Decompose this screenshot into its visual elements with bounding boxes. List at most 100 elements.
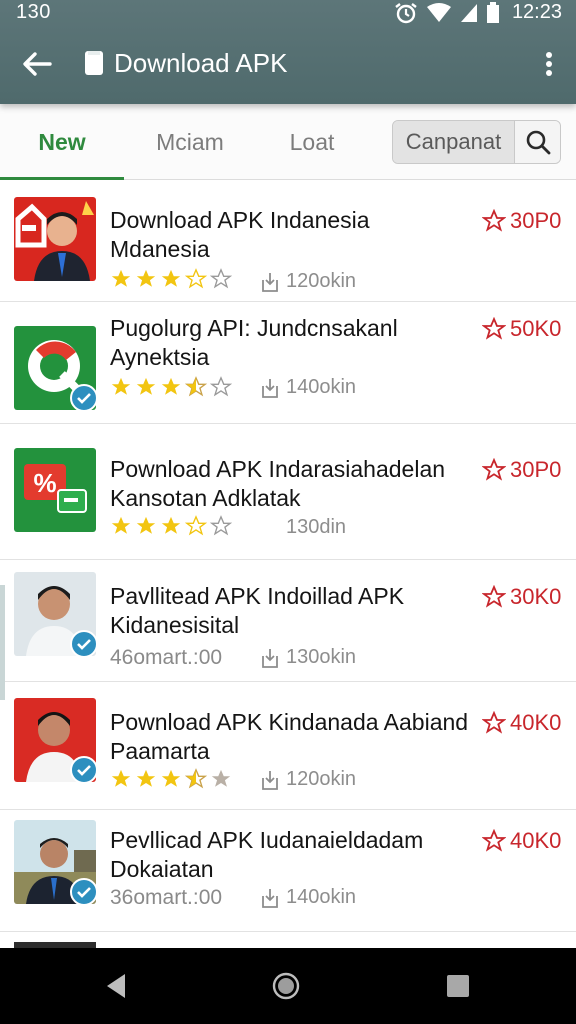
star-filled-icon	[111, 269, 131, 287]
wifi-icon	[426, 2, 451, 22]
app-price: 50K0	[482, 316, 561, 342]
app-title: Pevllicad APK Iudanaieldadam Dokaiatan	[110, 826, 480, 884]
download-count-text: 130okin	[286, 646, 357, 668]
search-box[interactable]: Canpanat	[392, 120, 561, 164]
signal-icon	[460, 3, 477, 22]
tab-mciam[interactable]: Mciam	[138, 104, 242, 180]
star-rating	[110, 768, 232, 790]
star-empty-icon	[210, 515, 232, 536]
more-vert-icon	[546, 61, 552, 67]
star-outline-icon	[482, 317, 506, 340]
scroll-edge-indicator	[0, 585, 5, 700]
app-title-line2: Kansotan Adklatak	[110, 485, 301, 511]
download-count-text: 120okin	[286, 270, 357, 292]
nav-back-button[interactable]	[100, 970, 132, 1002]
alarm-icon	[395, 2, 417, 23]
app-title-line2: Aynektsia	[110, 344, 210, 370]
app-header: 130 12:23 Download APK	[0, 0, 576, 104]
toolbar: Download APK	[0, 40, 576, 88]
star-filled-icon	[136, 377, 156, 395]
nav-home-button[interactable]	[270, 970, 302, 1002]
star-filled-icon	[136, 269, 156, 287]
app-title: Pownload APK Indarasiahadelan Kansotan Ad…	[110, 455, 480, 513]
app-title-line2: Paamarta	[110, 738, 210, 764]
star-rating	[110, 268, 232, 290]
star-half-icon	[185, 376, 207, 397]
star-gray-icon	[211, 769, 231, 787]
download-count-text: 140okin	[286, 376, 357, 398]
star-rating	[110, 376, 232, 398]
star-filled-icon	[136, 516, 156, 534]
app-price: 40K0	[482, 710, 561, 736]
nav-back-icon	[107, 974, 125, 998]
price-text: 40K0	[510, 710, 562, 735]
download-count: 120okin	[260, 270, 356, 293]
verified-badge-icon	[70, 878, 96, 904]
status-time: 12:23	[511, 1, 562, 23]
star-filled-icon	[161, 269, 181, 287]
list-item[interactable]: Pugolurg API: Jundcnsakanl Aynektsia 50K0…	[0, 302, 576, 424]
app-title: Pugolurg API: Jundcnsakanl Aynektsia	[110, 314, 480, 372]
app-price: 30P0	[482, 208, 561, 234]
verified-badge-icon	[70, 384, 96, 410]
app-title-line1: Pownload APK Kindanada Aabiand	[110, 709, 469, 735]
app-title-line2: Kidanesisital	[110, 612, 240, 638]
star-empty-icon	[185, 515, 207, 536]
app-price: 30P0	[482, 457, 561, 483]
app-title-line1: Pevllicad APK Iudanaieldadam	[110, 827, 424, 853]
tab-mciam-label: Mciam	[156, 128, 224, 155]
search-label: Canpanat	[393, 121, 515, 163]
download-count-text: 130din	[286, 516, 347, 538]
list-item[interactable]: Pownload APK Kindanada Aabiand Paamarta 4…	[0, 688, 576, 810]
download-icon	[262, 888, 278, 908]
status-bar: 130 12:23	[0, 0, 576, 28]
app-price: 30K0	[482, 584, 561, 610]
verified-badge-icon	[70, 756, 96, 782]
app-title-line1: Pownload APK Indarasiahadelan	[110, 456, 446, 482]
price-text: 30K0	[510, 584, 562, 609]
list-item[interactable]: Pevllicad APK Iudanaieldadam Dokaiatan 40…	[0, 810, 576, 932]
download-icon	[262, 378, 278, 398]
star-outline-icon	[482, 829, 506, 852]
more-vert-icon	[546, 52, 552, 58]
download-count-text: 140okin	[286, 886, 357, 908]
status-left-text: 130	[16, 1, 51, 23]
app-title: Download APK Indanesia Mdanesia	[110, 206, 480, 264]
tab-new[interactable]: New	[0, 104, 124, 181]
star-rating	[110, 515, 232, 537]
nav-recents-icon	[447, 975, 469, 997]
list-item[interactable]: Pavllitead APK Indoillad APK Kidanesisita…	[0, 560, 576, 682]
back-button[interactable]	[20, 48, 54, 80]
list-item[interactable]: % Pownload APK Indarasiahadelan Kansotan …	[0, 438, 576, 560]
star-outline-icon	[482, 585, 506, 608]
nav-recents-button[interactable]	[442, 970, 474, 1002]
price-text: 50K0	[510, 316, 562, 341]
more-options-button[interactable]	[544, 48, 554, 80]
app-price: 40K0	[482, 828, 561, 854]
app-title-line1: Pugolurg API: Jundcnsakanl	[110, 315, 398, 341]
download-count: 120okin	[260, 768, 356, 791]
app-meta: 46omart.:00	[110, 646, 223, 669]
search-button[interactable]	[515, 121, 560, 163]
tab-bar: New Mciam Loat Canpanat	[0, 104, 576, 181]
page-title: Download APK	[114, 48, 288, 78]
app-thumbnail	[14, 572, 96, 656]
status-icons: 12:23	[394, 1, 562, 24]
tab-new-label: New	[38, 128, 86, 155]
tab-loat-label: Loat	[289, 128, 335, 155]
verified-badge-icon	[70, 630, 96, 656]
star-empty-icon	[210, 376, 232, 397]
app-title-line2: Dokaiatan	[110, 856, 214, 882]
app-title-line2: Mdanesia	[110, 236, 210, 262]
list-item[interactable]: Download APK Indanesia Mdanesia 30P0 120o…	[0, 180, 576, 302]
battery-icon	[486, 1, 499, 23]
star-outline-icon	[482, 711, 506, 734]
price-text: 30P0	[510, 457, 562, 482]
download-icon	[262, 272, 278, 292]
download-count-text: 120okin	[286, 768, 357, 790]
nav-home-icon	[272, 972, 300, 1000]
download-icon	[262, 770, 278, 790]
download-count: 140okin	[260, 886, 356, 909]
app-title: Pavllitead APK Indoillad APK Kidanesisita…	[110, 582, 480, 640]
tab-loat[interactable]: Loat	[272, 104, 352, 180]
